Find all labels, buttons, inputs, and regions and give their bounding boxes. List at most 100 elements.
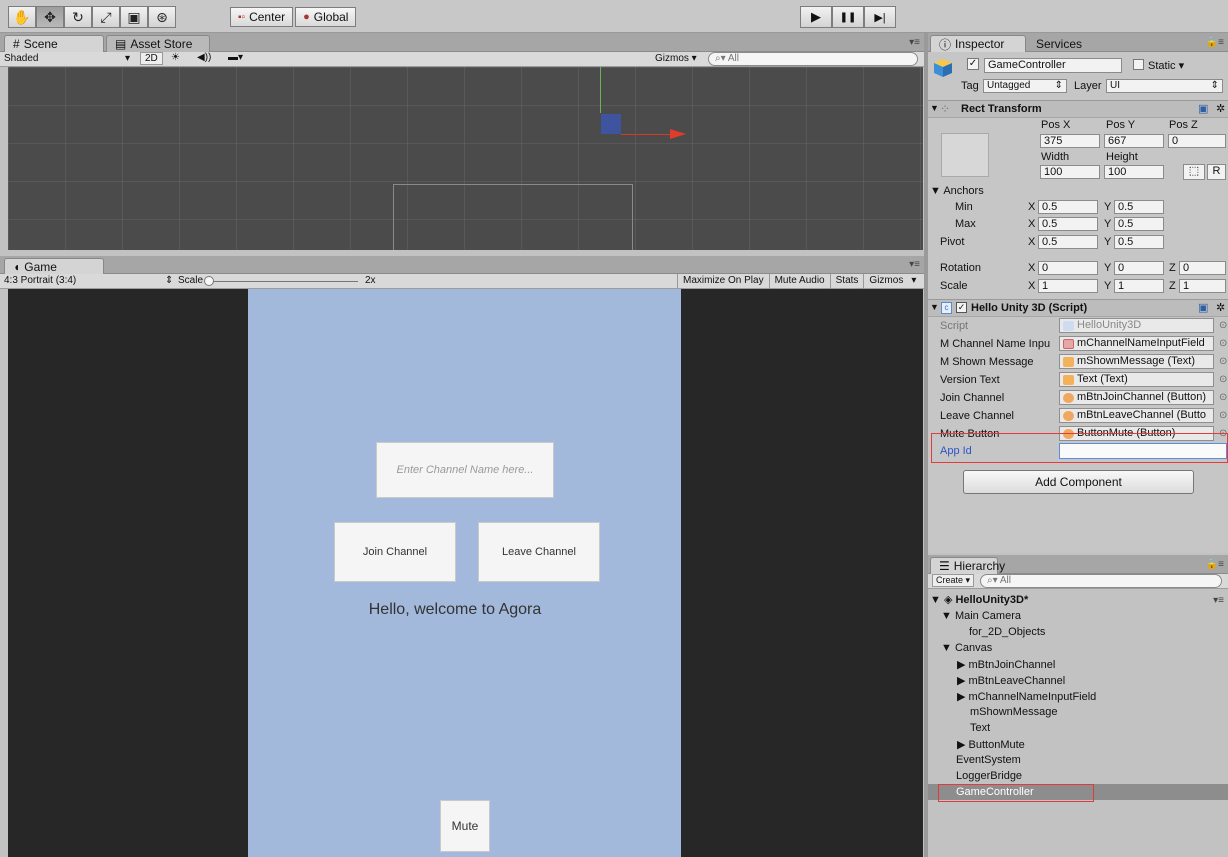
enabled-checkbox[interactable]: ✓ — [956, 302, 967, 313]
move-tool-icon[interactable]: ✥ — [36, 6, 64, 28]
channel-name-input[interactable]: Enter Channel Name here... — [376, 442, 554, 498]
play-button[interactable]: ▶ — [800, 6, 832, 28]
rect-tool-icon[interactable]: ▣ — [120, 6, 148, 28]
panel-menu-icon[interactable]: ▾≡ — [909, 259, 920, 270]
hierarchy-item-event-system[interactable]: EventSystem — [956, 754, 1021, 766]
anchor-max-y-field[interactable]: 0.5 — [1114, 217, 1164, 231]
hierarchy-item-for-2d-objects[interactable]: for_2D_Objects — [969, 626, 1045, 638]
scale-slider-track[interactable] — [208, 281, 358, 282]
tab-services[interactable]: Services — [1028, 35, 1098, 52]
anchor-min-y-field[interactable]: 0.5 — [1114, 200, 1164, 214]
static-checkbox[interactable] — [1133, 59, 1144, 70]
audio-icon[interactable]: ◀)) — [197, 52, 211, 63]
x-axis-handle[interactable] — [621, 134, 677, 135]
lock-icon[interactable]: 🔒≡ — [1206, 559, 1224, 570]
pivot-y-field[interactable]: 0.5 — [1114, 235, 1164, 249]
script-component-header[interactable]: ▼ c ✓ Hello Unity 3D (Script) ▣ ✲ — [928, 299, 1228, 317]
pos-x-field[interactable]: 375 — [1040, 134, 1100, 148]
scene-root[interactable]: ▼ ◈ HelloUnity3D* — [930, 593, 1028, 606]
object-picker-icon[interactable]: ⊙ — [1219, 410, 1227, 421]
pos-z-field[interactable]: 0 — [1168, 134, 1226, 148]
rect-handle[interactable] — [601, 114, 621, 134]
lighting-icon[interactable]: ☀ — [171, 52, 180, 63]
hierarchy-item-join-channel[interactable]: ▶ mBtnJoinChannel — [957, 658, 1055, 671]
space-toggle-button[interactable]: ● Global — [295, 7, 357, 27]
raw-edit-button[interactable]: R — [1207, 164, 1226, 180]
object-picker-icon[interactable]: ⊙ — [1219, 320, 1227, 331]
width-field[interactable]: 100 — [1040, 165, 1100, 179]
y-axis-handle[interactable] — [600, 67, 601, 113]
foldout-arrow-icon[interactable]: ▼ — [930, 103, 939, 113]
tab-hierarchy[interactable]: ☰ Hierarchy — [930, 557, 1005, 574]
anchors-foldout[interactable]: ▼ Anchors — [930, 185, 984, 197]
hierarchy-item-button-mute[interactable]: ▶ ButtonMute — [957, 738, 1025, 751]
x-axis-arrow-icon[interactable] — [670, 129, 686, 139]
transform-tool-icon[interactable]: ⊛ — [148, 6, 176, 28]
rotation-z-field[interactable]: 0 — [1179, 261, 1226, 275]
hierarchy-item-logger-bridge[interactable]: LoggerBridge — [956, 770, 1022, 782]
aspect-dropdown[interactable]: 4:3 Portrait (3:4) — [4, 275, 76, 286]
leave-channel-button[interactable]: Leave Channel — [478, 522, 600, 582]
object-picker-icon[interactable]: ⊙ — [1219, 374, 1227, 385]
hierarchy-search-input[interactable]: ⌕▾ All — [980, 574, 1222, 588]
gear-icon[interactable]: ✲ — [1216, 301, 1225, 314]
dropdown-arrow-icon[interactable]: ▾ — [908, 274, 919, 289]
object-picker-icon[interactable]: ⊙ — [1219, 356, 1227, 367]
scale-y-field[interactable]: 1 — [1114, 279, 1164, 293]
tab-inspector[interactable]: ⓘ Inspector — [930, 35, 1026, 52]
scale-x-field[interactable]: 1 — [1038, 279, 1098, 293]
mute-button[interactable]: Mute — [440, 800, 490, 852]
rotation-x-field[interactable]: 0 — [1038, 261, 1098, 275]
hierarchy-item-shown-message[interactable]: mShownMessage — [970, 706, 1057, 718]
create-dropdown[interactable]: Create ▾ — [932, 574, 975, 587]
shading-mode-dropdown[interactable]: Shaded — [4, 53, 38, 64]
anchor-presets-button[interactable] — [941, 133, 989, 177]
channel-name-input-field[interactable]: mChannelNameInputField — [1059, 336, 1214, 351]
join-channel-button[interactable]: Join Channel — [334, 522, 456, 582]
tag-dropdown[interactable]: Untagged ⇕ — [983, 79, 1067, 93]
gizmos-dropdown[interactable]: Gizmos ▾ — [655, 53, 697, 64]
step-button[interactable]: ▶| — [864, 6, 896, 28]
pivot-x-field[interactable]: 0.5 — [1038, 235, 1098, 249]
object-name-field[interactable]: GameController — [984, 58, 1122, 73]
version-text-field[interactable]: Text (Text) — [1059, 372, 1214, 387]
gear-icon[interactable]: ✲ — [1216, 102, 1225, 115]
scale-z-field[interactable]: 1 — [1179, 279, 1226, 293]
hierarchy-item-canvas[interactable]: ▼ Canvas — [941, 642, 992, 654]
mute-audio-toggle[interactable]: Mute Audio — [768, 274, 830, 289]
active-checkbox[interactable]: ✓ — [967, 58, 979, 70]
stats-toggle[interactable]: Stats — [829, 274, 864, 289]
hierarchy-item-text[interactable]: Text — [970, 722, 990, 734]
layer-dropdown[interactable]: UI ⇕ — [1106, 79, 1223, 93]
maximize-on-play-toggle[interactable]: Maximize On Play — [677, 274, 769, 289]
anchor-max-x-field[interactable]: 0.5 — [1038, 217, 1098, 231]
rotation-y-field[interactable]: 0 — [1114, 261, 1164, 275]
scene-viewport[interactable] — [8, 67, 923, 250]
scene-menu-icon[interactable]: ▾≡ — [1213, 595, 1224, 606]
rotate-tool-icon[interactable]: ↻ — [64, 6, 92, 28]
hierarchy-item-main-camera[interactable]: ▼ Main Camera — [941, 610, 1021, 622]
scale-slider-thumb[interactable] — [204, 276, 214, 286]
rect-transform-header[interactable]: ▼ ⁘ Rect Transform ▣ ✲ — [928, 100, 1228, 118]
blueprint-mode-icon[interactable]: ⬚ — [1183, 164, 1205, 180]
effects-icon[interactable]: ▬▾ — [228, 52, 243, 63]
hierarchy-item-channel-input[interactable]: ▶ mChannelNameInputField — [957, 690, 1096, 703]
leave-channel-field[interactable]: mBtnLeaveChannel (Butto — [1059, 408, 1214, 423]
game-gizmos-toggle[interactable]: Gizmos — [863, 274, 908, 289]
join-channel-field[interactable]: mBtnJoinChannel (Button) — [1059, 390, 1214, 405]
lock-icon[interactable]: 🔒≡ — [1206, 37, 1224, 48]
object-picker-icon[interactable]: ⊙ — [1219, 338, 1227, 349]
help-icon[interactable]: ▣ — [1198, 102, 1208, 115]
panel-menu-icon[interactable]: ▾≡ — [909, 37, 920, 48]
tab-scene[interactable]: # Scene — [4, 35, 104, 52]
pos-y-field[interactable]: 667 — [1104, 134, 1164, 148]
2d-toggle[interactable]: 2D — [140, 52, 163, 65]
height-field[interactable]: 100 — [1104, 165, 1164, 179]
tab-game[interactable]: ◖ Game — [4, 258, 104, 275]
scale-tool-icon[interactable]: ⤢ — [92, 6, 120, 28]
hierarchy-item-leave-channel[interactable]: ▶ mBtnLeaveChannel — [957, 674, 1065, 687]
help-icon[interactable]: ▣ — [1198, 301, 1208, 314]
pivot-toggle-button[interactable]: ▪▫ Center — [230, 7, 294, 27]
add-component-button[interactable]: Add Component — [963, 470, 1194, 494]
foldout-arrow-icon[interactable]: ▼ — [930, 302, 939, 312]
